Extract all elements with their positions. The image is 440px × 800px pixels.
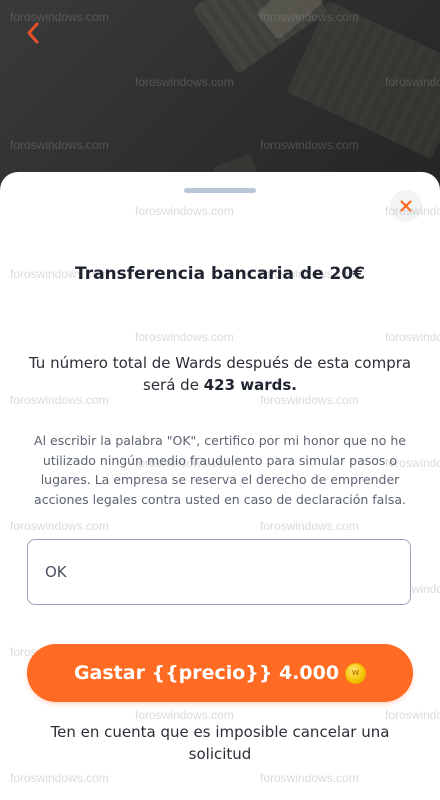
watermark: foroswindows.com — [385, 330, 440, 344]
honor-disclaimer: Al escribir la palabra "OK", certifico p… — [34, 433, 406, 507]
watermark: foroswindows.com — [135, 75, 234, 89]
watermark: foroswindows.com — [260, 519, 359, 533]
confirmation-input[interactable]: OK — [27, 539, 411, 605]
close-button[interactable] — [390, 190, 422, 222]
coin-icon: W — [345, 662, 367, 684]
wards-total: 423 wards. — [203, 376, 297, 394]
watermark: foroswindows.com — [10, 138, 109, 152]
banknote-image — [286, 0, 440, 160]
watermark: foroswindows.com — [260, 138, 359, 152]
watermark: foroswindows.com — [10, 519, 109, 533]
confirmation-input-value: OK — [45, 563, 67, 581]
spend-button-label: Gastar {{precio}} 4.000 — [73, 662, 340, 684]
watermark: foroswindows.com — [385, 708, 440, 722]
chevron-left-icon — [27, 22, 39, 44]
coin-letter: W — [351, 669, 360, 677]
watermark: foroswindows.com — [135, 708, 234, 722]
wards-summary: Tu número total de Wards después de esta… — [24, 352, 416, 396]
modal-title: Transferencia bancaria de 20€ — [74, 264, 366, 284]
spend-button[interactable]: Gastar {{precio}} 4.000 W — [27, 644, 413, 702]
cancel-note: Ten en cuenta que es imposible cancelar … — [50, 723, 390, 763]
confirmation-sheet: foroswindows.com foroswindows.com forosw… — [0, 172, 440, 800]
watermark: foroswindows.com — [135, 204, 234, 218]
drag-handle[interactable] — [184, 188, 256, 193]
watermark: foroswindows.com — [135, 330, 234, 344]
close-icon — [400, 200, 412, 212]
watermark: foroswindows.com — [10, 771, 109, 785]
watermark: foroswindows.com — [260, 771, 359, 785]
back-button[interactable] — [18, 18, 48, 48]
